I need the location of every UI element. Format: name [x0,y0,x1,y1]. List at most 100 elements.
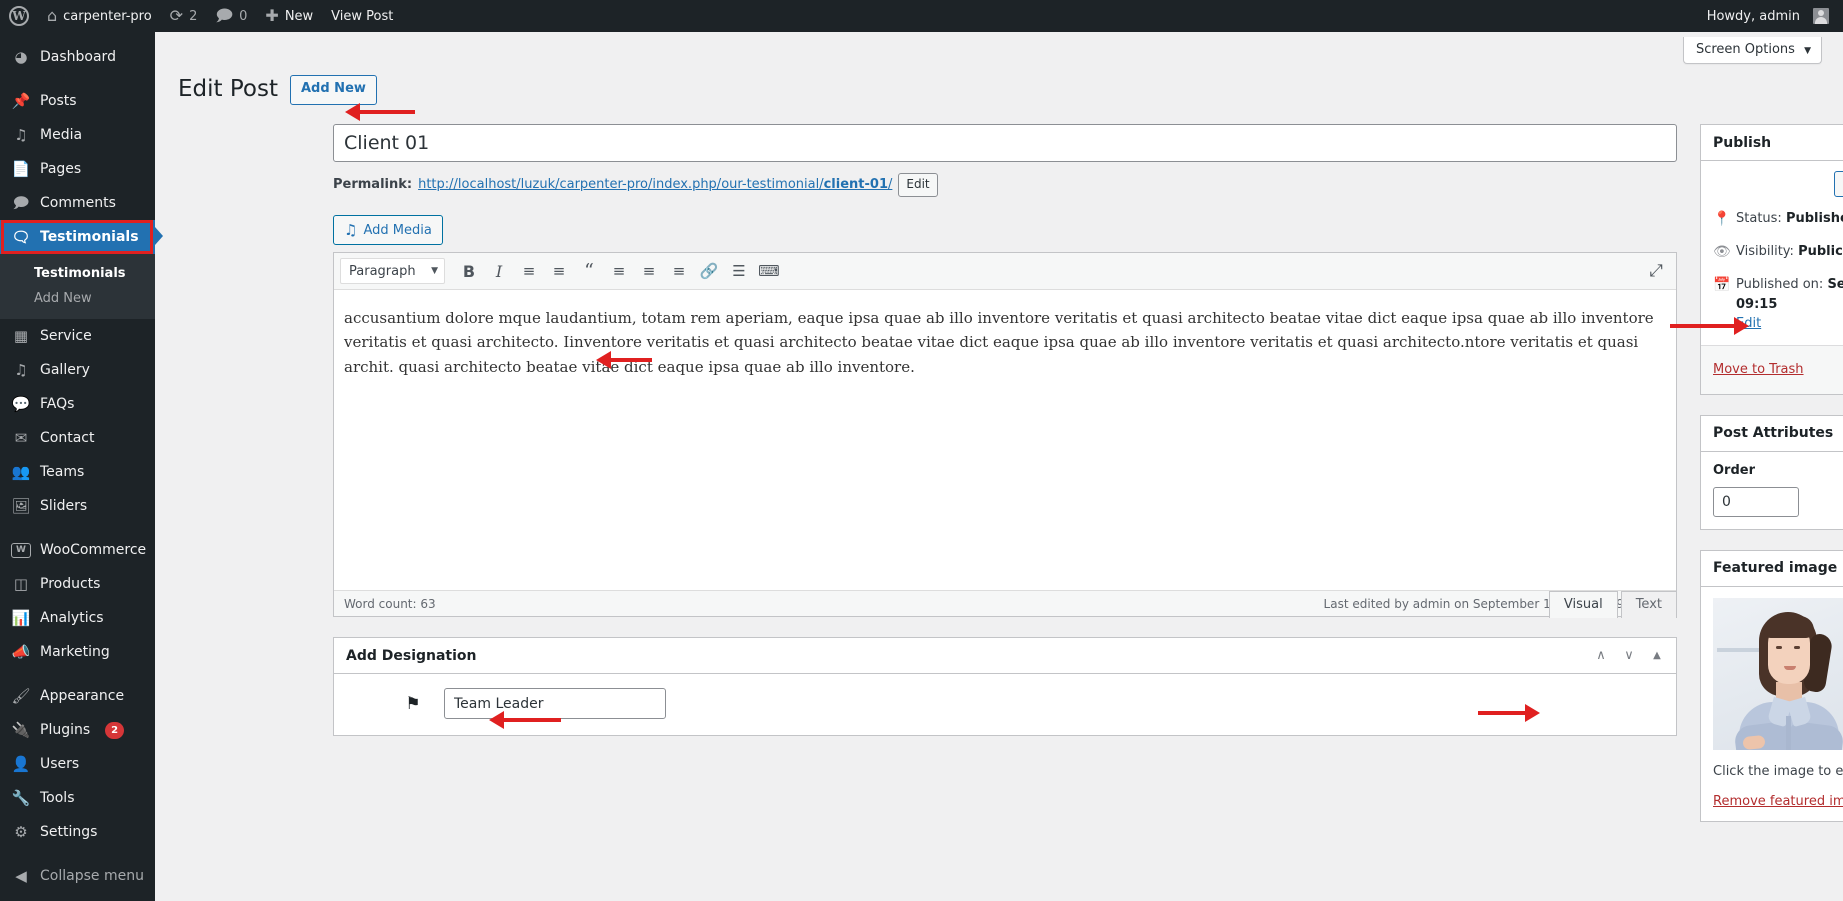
sidebar-item-service[interactable]: ▦ Service [0,319,155,353]
screen-options-label: Screen Options [1695,42,1795,57]
woocommerce-icon: W [11,542,31,558]
testimonials-submenu: Testimonials Add New [0,254,155,319]
add-media-button[interactable]: ♫ Add Media [333,215,443,246]
sidebar-item-label: Contact [40,430,95,446]
designation-input[interactable] [444,688,666,720]
submenu-item-testimonials[interactable]: Testimonials [0,261,155,286]
sidebar-item-media[interactable]: ♫ Media [0,118,155,152]
thumb-hand [1742,734,1766,750]
add-new-button[interactable]: Add New [289,75,377,105]
paintbrush-icon: 🖌 [11,686,31,705]
status-label: Status: [1736,211,1782,226]
align-left-button[interactable]: ≡ [605,257,633,285]
blockquote-button[interactable]: “ [575,257,603,285]
admin-bar: W ⌂ carpenter-pro ⟳ 2 🗩 0 ✚ New View Pos… [0,0,1843,32]
numbered-list-button[interactable]: ≡ [545,257,573,285]
sidebar-item-label: Comments [40,195,116,211]
sidebar-item-dashboard[interactable]: ◕ Dashboard [0,40,155,74]
tab-text[interactable]: Text [1620,591,1677,619]
sidebar-testimonials-group: 🗨 Testimonials [0,220,163,254]
sidebar-item-plugins[interactable]: 🔌 Plugins 2 [0,713,155,747]
triangle-up-icon[interactable]: ▲ [1650,650,1664,661]
permalink-trailing: / [887,176,893,192]
flag-icon: ⚑ [405,693,421,714]
new-content-menu[interactable]: ✚ New [256,0,322,32]
sidebar-item-appearance[interactable]: 🖌 Appearance [0,679,155,713]
visibility-row: 👁 Visibility: Public Edit [1713,242,1843,263]
screen-options-toggle[interactable]: Screen Options ▼ [1682,37,1822,64]
bulleted-list-button[interactable]: ≡ [515,257,543,285]
thumb-mouth [1784,665,1796,670]
sidebar-item-sliders[interactable]: 🖼 Sliders [0,489,155,523]
sidebar-item-gallery[interactable]: ♫ Gallery [0,353,155,387]
updates-menu[interactable]: ⟳ 2 [161,0,207,32]
pin-icon: 📌 [11,91,31,110]
sidebar-item-marketing[interactable]: 📣 Marketing [0,635,155,669]
faq-bubble-icon: 💬 [11,394,31,413]
designation-title: Add Designation [346,647,477,664]
post-title-input[interactable] [333,124,1677,162]
editor-media-row: ♫ Add Media Visual Text [333,214,1677,619]
my-account-menu[interactable]: Howdy, admin [1698,0,1843,32]
attributes-header: Post Attributes ∧ ∨ ▲ [1701,416,1843,452]
toolbar-toggle-button[interactable]: ⌨ [755,257,783,285]
wordpress-logo-icon: W [9,6,29,26]
gallery-icon: ♫ [14,360,28,379]
sidebar-item-posts[interactable]: 📌 Posts [0,84,155,118]
fullscreen-icon[interactable]: ⤢ [1646,261,1666,281]
sidebar-item-faqs[interactable]: 💬 FAQs [0,387,155,421]
align-right-button[interactable]: ≡ [665,257,693,285]
sidebar-item-tools[interactable]: 🔧 Tools [0,781,155,815]
megaphone-icon: 📣 [11,642,31,661]
read-more-button[interactable]: ☰ [725,257,753,285]
calendar-icon: 📅 [1713,277,1731,293]
chevron-down-icon[interactable]: ∨ [1622,649,1636,662]
thumb-shirt-placket [1786,715,1791,750]
tab-visual[interactable]: Visual [1548,591,1618,619]
plug-icon: 🔌 [11,720,31,739]
order-input[interactable] [1713,486,1799,517]
user-icon: 👤 [11,754,31,773]
service-grid-icon: ▦ [13,326,29,345]
sidebar-item-label: Appearance [40,688,125,704]
view-post-link[interactable]: View Post [322,0,402,32]
sidebar-item-testimonials[interactable]: 🗨 Testimonials [0,220,163,254]
howdy-label: Howdy, admin [1706,8,1800,24]
insert-link-button[interactable]: 🔗 [695,257,723,285]
sidebar-item-settings[interactable]: ⚙ Settings [0,815,155,849]
sidebar-item-users[interactable]: 👤 Users [0,747,155,781]
sidebar-item-analytics[interactable]: 📊 Analytics [0,601,155,635]
chevron-down-icon: ▼ [431,266,438,277]
sidebar-item-label: Plugins [40,722,91,738]
italic-button[interactable]: I [485,257,513,285]
sidebar-item-pages[interactable]: 📄 Pages [0,152,155,186]
sidebar-item-label: Gallery [40,362,90,378]
order-label: Order [1713,462,1755,478]
sidebar-item-comments[interactable]: 🗩 Comments [0,186,155,220]
wp-logo-menu[interactable]: W [0,0,38,32]
paragraph-format-select[interactable]: Paragraph ▼ [340,258,445,285]
chevron-up-icon[interactable]: ∧ [1594,649,1608,662]
wrench-icon: 🔧 [11,788,31,807]
submenu-item-add-new[interactable]: Add New [0,286,155,311]
align-center-button[interactable]: ≡ [635,257,663,285]
sidebar-item-collapse-menu[interactable]: ◀ Collapse menu [0,859,155,893]
featured-image-thumbnail[interactable] [1713,597,1843,750]
editor-content-area[interactable]: accusantium dolore mque laudantium, tota… [334,290,1676,590]
edit-permalink-button[interactable]: Edit [898,173,938,198]
permalink-url[interactable]: http://localhost/luzuk/carpenter-pro/ind… [418,175,892,196]
sidebar-item-label: Marketing [40,644,110,660]
site-name-menu[interactable]: ⌂ carpenter-pro [38,0,161,32]
comments-menu[interactable]: 🗩 0 [206,0,256,32]
move-to-trash-link[interactable]: Move to Trash [1713,362,1804,377]
sidebar-item-contact[interactable]: ✉ Contact [0,421,155,455]
sidebar-item-products[interactable]: ◫ Products [0,567,155,601]
remove-featured-image-link[interactable]: Remove featured image [1713,794,1843,809]
published-edit-link[interactable]: Edit [1736,316,1761,331]
status-text: Status: Published Edit [1736,209,1843,229]
sidebar-item-teams[interactable]: 👥 Teams [0,455,155,489]
current-menu-arrow [155,227,163,245]
sidebar-item-woocommerce[interactable]: W WooCommerce [0,533,155,567]
bold-button[interactable]: B [455,257,483,285]
preview-changes-button[interactable]: Preview Changes [1833,171,1843,197]
